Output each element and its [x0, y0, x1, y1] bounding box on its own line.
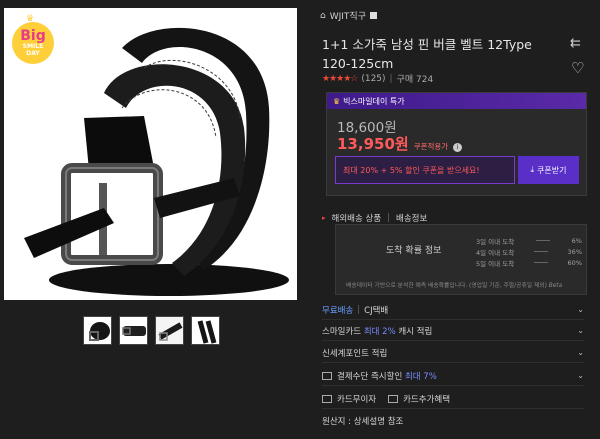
free-shipping-label: 무료배송 [322, 305, 354, 316]
payment-discount-row[interactable]: 결제수단 즉시할인 최대 7% ⌄ [322, 366, 584, 386]
promo-badge-line1: Big [20, 27, 46, 44]
rating-count: (125) [361, 73, 386, 84]
tab-overseas[interactable]: 해외배송 상품 [332, 212, 382, 224]
delivery-row: 4일 이내 도착 36% [476, 246, 582, 257]
coupon-price-label: 쿠폰적용가 [413, 142, 449, 151]
coupon-banner[interactable]: 최대 20% + 5% 할인 쿠폰을 받으세요! [335, 156, 515, 184]
chevron-down-icon: ⌄ [577, 348, 584, 357]
coupon-download-button[interactable]: ⤓ 쿠폰받기 [518, 156, 579, 184]
payment-label: 결제수단 즉시할인 [337, 371, 403, 382]
carrier-label: CJ택배 [364, 305, 389, 316]
heart-icon[interactable]: ♡ [571, 59, 584, 77]
thumbnail-belt-icon [84, 317, 111, 344]
delivery-note: 배송데이터 기반으로 분석한 예측 배송확률입니다. (영업일 기준, 주말/공… [346, 280, 562, 289]
delivery-day: 3일 이내 도착 [476, 237, 515, 246]
tab-shipping-info[interactable]: 배송정보 [396, 212, 427, 224]
delivery-pct: 6% [571, 236, 582, 245]
promo-badge-line2: SMILE [22, 42, 44, 50]
star-rating-icon: ★★★★☆ [322, 73, 358, 84]
sale-price: 13,950원 [337, 135, 409, 153]
delivery-label: 도착 확률 정보 [386, 246, 442, 256]
product-rating[interactable]: ★★★★☆ (125) | 구매 724 [322, 72, 434, 86]
deal-box: ♛ 빅스마일데이 특가 18,600원 13,950원 쿠폰적용가 i 최대 2… [326, 92, 587, 196]
origin-label: 원산지 : 상세설명 참조 [322, 417, 404, 427]
info-icon[interactable]: i [453, 143, 463, 152]
delivery-pct: 60% [567, 258, 582, 267]
sale-price-row: 13,950원 쿠폰적용가 i [337, 133, 463, 154]
shipping-divider: | [357, 304, 361, 315]
promo-badge-line3: DAY [26, 49, 40, 57]
purchase-count: 구매 724 [396, 75, 434, 85]
smilecard-suffix: 캐시 적립 [398, 326, 433, 337]
card-icon [322, 371, 332, 380]
chevron-down-icon: ⌄ [577, 371, 584, 380]
thumbnail-2[interactable] [119, 316, 148, 345]
thumbnail-4[interactable] [191, 316, 220, 345]
card-interest-button[interactable]: 카드무이자 [337, 393, 376, 405]
crown-icon: ♛ [26, 14, 35, 24]
shinsegae-label: 신세계포인트 적립 [322, 348, 388, 359]
product-gallery: Big SMILE DAY ♛ [0, 0, 306, 439]
flag-icon [369, 12, 377, 19]
share-icon[interactable]: ⇇ [570, 36, 581, 51]
rating-divider: | [389, 73, 393, 84]
delivery-row: 3일 이내 도착 6% [476, 235, 582, 246]
delivery-pct: 36% [567, 247, 582, 256]
thumbnail-belt-icon [192, 317, 219, 344]
card-icon [322, 394, 332, 403]
shipping-tabs: ▸ 해외배송 상품 | 배송정보 [322, 212, 427, 224]
brand-link[interactable]: ⌂ WJIT직구 [320, 9, 377, 22]
shipping-row[interactable]: 무료배송 | CJ택배 ⌄ [322, 300, 584, 320]
delivery-day: 5일 이내 도착 [476, 259, 515, 268]
coupon-button-label: 쿠폰받기 [537, 165, 567, 175]
promo-badge: Big SMILE DAY [12, 22, 54, 64]
delivery-bar [533, 251, 548, 252]
shinsegae-row[interactable]: 신세계포인트 적립 ⌄ [322, 343, 584, 363]
thumbnail-3[interactable] [155, 316, 184, 345]
delivery-note-brand: Beta [548, 283, 563, 289]
payment-highlight: 최대 7% [404, 371, 437, 382]
card-benefit-row: 카드무이자 카드추가혜택 [322, 389, 584, 409]
chevron-down-icon: ⌄ [577, 305, 584, 314]
delivery-bar [533, 262, 548, 263]
home-icon: ⌂ [320, 10, 326, 21]
thumbnail-1[interactable] [83, 316, 112, 345]
thumbnail-belt-icon [156, 317, 183, 344]
smilecard-row[interactable]: 스마일카드 최대 2% 캐시 적립 ⌄ [322, 321, 584, 341]
delivery-probability-box: 도착 확률 정보 3일 이내 도착 6% 4일 이내 도착 36% 5일 이내 도착… [335, 224, 587, 295]
card-benefit-button[interactable]: 카드추가혜택 [403, 393, 450, 405]
delivery-bar [535, 240, 550, 241]
smilecard-highlight: 최대 2% [363, 326, 396, 337]
download-icon: ⤓ [530, 165, 535, 174]
delivery-row: 5일 이내 도착 60% [476, 257, 582, 268]
product-title: 1+1 소가죽 남성 핀 버클 벨트 12Type 120-125cm [322, 37, 532, 71]
origin-row: 원산지 : 상세설명 참조 [322, 411, 584, 431]
thumbnail-belt-icon [120, 317, 147, 344]
deal-header-label: 빅스마일데이 특가 [343, 96, 405, 106]
tab-divider: | [387, 213, 391, 223]
deal-header: ♛ 빅스마일데이 특가 [327, 93, 586, 109]
chevron-down-icon: ⌄ [577, 326, 584, 335]
smilecard-prefix: 스마일카드 [322, 326, 362, 337]
product-info-panel: ⌂ WJIT직구 1+1 소가죽 남성 핀 버클 벨트 12Type 120-1… [306, 0, 600, 439]
delivery-day: 4일 이내 도착 [476, 248, 515, 257]
crown-icon: ♛ [333, 96, 341, 106]
brand-name: WJIT직구 [329, 12, 366, 22]
product-main-image[interactable]: Big SMILE DAY ♛ [4, 8, 297, 300]
bullet-icon: ▸ [322, 214, 326, 222]
card-icon [388, 394, 399, 403]
thumbnail-list [83, 316, 220, 345]
delivery-rows: 3일 이내 도착 6% 4일 이내 도착 36% 5일 이내 도착 60% [476, 235, 582, 268]
delivery-note-text: 배송데이터 기반으로 분석한 예측 배송확률입니다. (영업일 기준, 주말/공… [346, 283, 547, 289]
